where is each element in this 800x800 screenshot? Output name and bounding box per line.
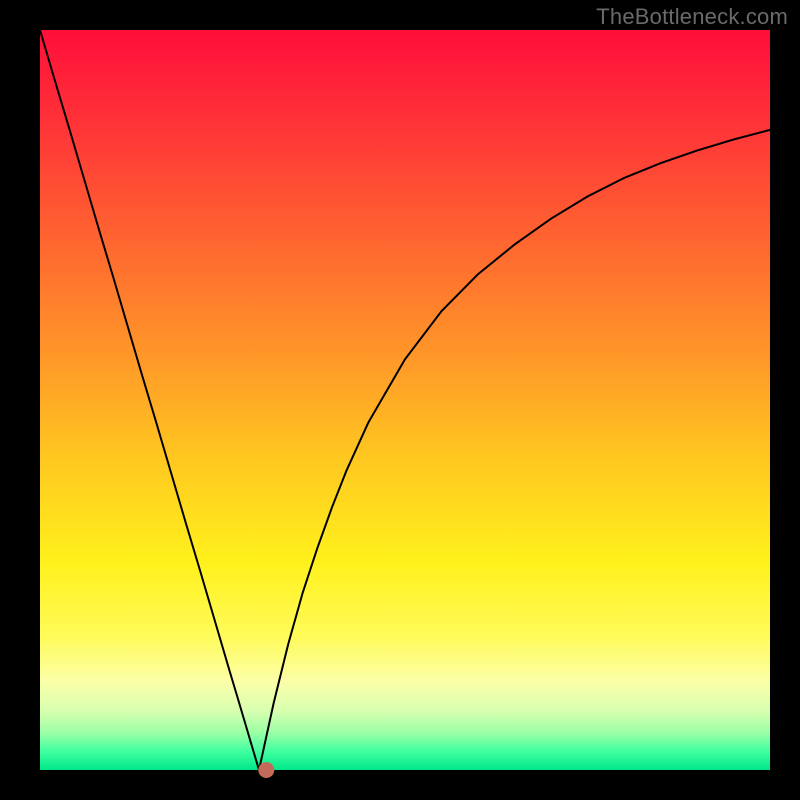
vertex-marker bbox=[258, 762, 274, 778]
bottleneck-chart: TheBottleneck.com bbox=[0, 0, 800, 800]
chart-svg bbox=[0, 0, 800, 800]
watermark-text: TheBottleneck.com bbox=[596, 4, 788, 30]
